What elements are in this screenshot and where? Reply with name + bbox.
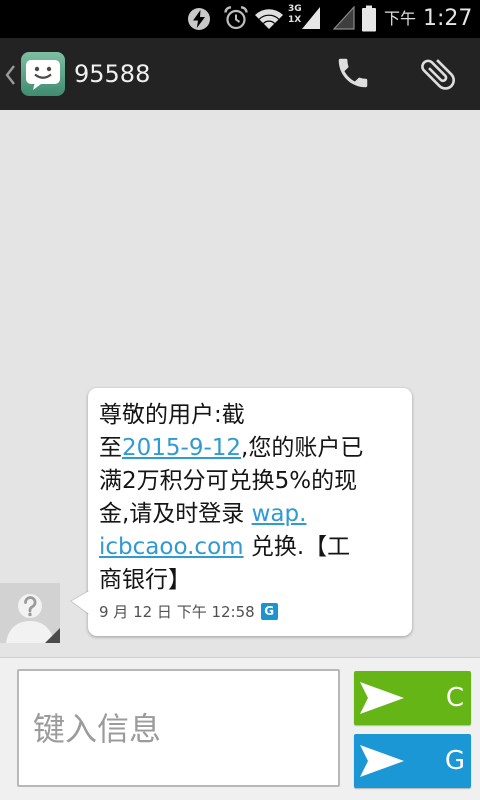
- chevron-left-icon: [5, 65, 15, 85]
- time-period: 下午: [384, 9, 417, 28]
- send-button-g[interactable]: G: [354, 734, 471, 788]
- messaging-app-icon: [21, 52, 65, 96]
- wifi-icon: [255, 9, 283, 30]
- conversation-title: 95588: [74, 60, 151, 88]
- conversation-list[interactable]: 尊敬的用户:截 至2015-9-12,您的账户已 满2万积分可兑换5%的现 金,…: [0, 110, 480, 657]
- up-navigation[interactable]: [0, 38, 70, 110]
- battery-icon: [362, 5, 376, 32]
- bubble-pointer: [70, 590, 90, 615]
- send-button-label: C: [445, 683, 465, 713]
- send-icon: [360, 682, 404, 714]
- status-bar: 3G 1X 下午 1:27: [0, 0, 480, 38]
- alarm-icon: [224, 6, 248, 30]
- action-bar: 95588: [0, 38, 480, 110]
- send-button-label: G: [444, 746, 466, 776]
- message-input[interactable]: [17, 669, 340, 787]
- unknown-contact-icon[interactable]: [0, 583, 60, 643]
- message-bubble[interactable]: 尊敬的用户:截 至2015-9-12,您的账户已 满2万积分可兑换5%的现 金,…: [88, 388, 412, 636]
- no-signal-icon: [333, 6, 355, 30]
- network-type: 3G 1X: [288, 4, 302, 26]
- message-body: 尊敬的用户:截 至2015-9-12,您的账户已 满2万积分可兑换5%的现 金,…: [99, 399, 363, 597]
- clock: 1:27: [423, 6, 473, 31]
- send-icon: [360, 745, 404, 777]
- sim-badge: G: [260, 602, 278, 620]
- send-button-c[interactable]: C: [354, 671, 471, 725]
- date-link[interactable]: 2015-9-12: [122, 435, 241, 461]
- network-type-bottom: 1X: [288, 15, 302, 25]
- call-icon[interactable]: [334, 54, 372, 92]
- composer: C G: [0, 657, 480, 800]
- message-meta: 9 月 12 日 下午 12:58 G: [99, 600, 278, 622]
- network-type-top: 3G: [288, 4, 302, 14]
- power-saver-icon: [188, 8, 210, 30]
- signal-icon: [302, 7, 320, 29]
- attach-icon[interactable]: [417, 53, 459, 95]
- message-timestamp: 9 月 12 日 下午 12:58: [99, 602, 255, 621]
